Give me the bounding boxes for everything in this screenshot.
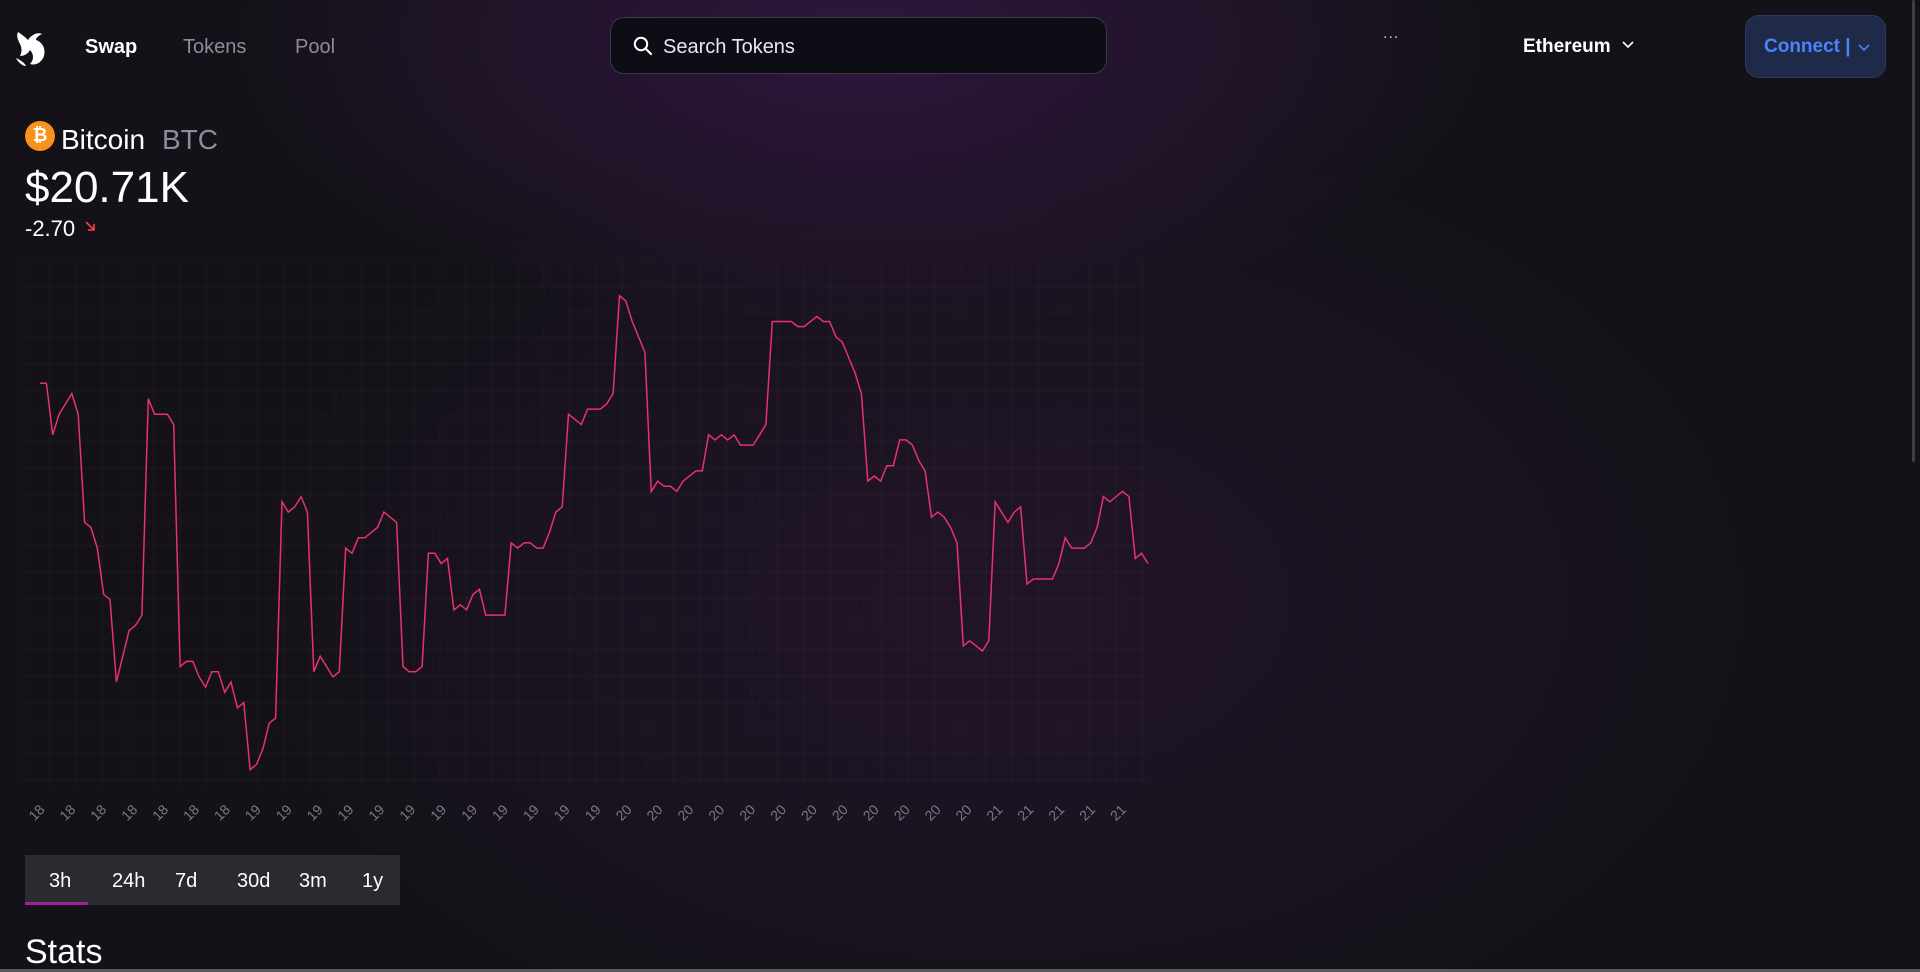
tab-30d[interactable]: 30d (237, 870, 270, 893)
x-tick-label: 19 (334, 801, 356, 823)
x-tick-label: 19 (581, 801, 603, 823)
x-tick-label: 18 (118, 801, 140, 823)
token-symbol: BTC (162, 124, 218, 155)
tab-3h[interactable]: 3h (49, 870, 71, 893)
search-bar[interactable] (610, 17, 1107, 74)
x-tick-label: 18 (211, 801, 233, 823)
x-tick-label: 20 (952, 801, 974, 823)
bitcoin-icon: ₿ (25, 121, 55, 151)
x-tick-label: 20 (890, 801, 912, 823)
bitcoin-icon-glyph: ₿ (32, 125, 48, 146)
x-tick-label: 21 (1076, 801, 1098, 823)
x-tick-label: 20 (736, 801, 758, 823)
network-selector[interactable]: Ethereum (1523, 36, 1634, 58)
more-menu-button[interactable]: ··· (1383, 30, 1399, 46)
x-tick-label: 19 (303, 801, 325, 823)
search-icon (633, 36, 653, 56)
x-tick-label: 18 (25, 801, 47, 823)
x-tick-label: 18 (180, 801, 202, 823)
x-tick-label: 20 (860, 801, 882, 823)
selected-tab-indicator (25, 902, 88, 905)
x-tick-label: 19 (458, 801, 480, 823)
arrow-down-right-icon (85, 221, 95, 231)
token-name: Bitcoin (61, 124, 146, 155)
x-tick-label: 18 (87, 801, 109, 823)
x-tick-label: 19 (396, 801, 418, 823)
x-tick-label: 19 (242, 801, 264, 823)
x-tick-label: 19 (489, 801, 511, 823)
x-tick-label: 20 (705, 801, 727, 823)
x-tick-label: 21 (983, 801, 1005, 823)
x-tick-label: 19 (427, 801, 449, 823)
chevron-down-icon (1622, 41, 1634, 49)
nav-swap-link[interactable]: Swap (85, 36, 137, 59)
chart-grid (24, 260, 1148, 785)
nav-tokens-link[interactable]: Tokens (183, 36, 246, 59)
tab-3m[interactable]: 3m (299, 870, 327, 893)
x-tick-label: 20 (767, 801, 789, 823)
x-tick-label: 19 (551, 801, 573, 823)
connect-wallet-button[interactable]: Connect | (1745, 15, 1886, 78)
x-tick-label: 21 (1014, 801, 1036, 823)
nav-pool-link[interactable]: Pool (295, 36, 335, 59)
scrollbar[interactable] (1912, 0, 1915, 462)
x-tick-label: 18 (56, 801, 78, 823)
x-tick-label: 20 (612, 801, 634, 823)
search-input[interactable] (661, 30, 1085, 64)
stats-heading: Stats (25, 933, 103, 971)
tab-7d[interactable]: 7d (175, 870, 197, 893)
connect-label: Connect | (1764, 36, 1851, 57)
network-label: Ethereum (1523, 36, 1611, 57)
x-tick-label: 19 (365, 801, 387, 823)
x-tick-label: 18 (149, 801, 171, 823)
token-price: $20.71K (25, 163, 189, 212)
x-tick-label: 19 (520, 801, 542, 823)
tab-24h[interactable]: 24h (112, 870, 145, 893)
x-tick-label: 19 (272, 801, 294, 823)
x-tick-label: 20 (798, 801, 820, 823)
x-tick-label: 20 (643, 801, 665, 823)
top-nav: Swap Tokens Pool ··· Ethereum Connect | (0, 0, 1920, 95)
price-chart[interactable]: 18 18 18 18 18 18 18 19 19 19 19 19 19 19 19 19 19 19 19 20… (0, 260, 1160, 830)
price-change: -2.70 (25, 216, 76, 241)
tab-1y[interactable]: 1y (362, 870, 383, 893)
x-tick-label: 20 (674, 801, 696, 823)
uniswap-unicorn-icon[interactable] (12, 28, 48, 68)
time-range-tabs: 3h 24h 7d 30d 3m 1y (25, 855, 400, 905)
x-tick-label: 20 (921, 801, 943, 823)
x-tick-label: 21 (1045, 801, 1067, 823)
x-tick-label: 20 (829, 801, 851, 823)
x-tick-label: 21 (1107, 801, 1129, 823)
chevron-down-icon[interactable] (1858, 44, 1870, 52)
